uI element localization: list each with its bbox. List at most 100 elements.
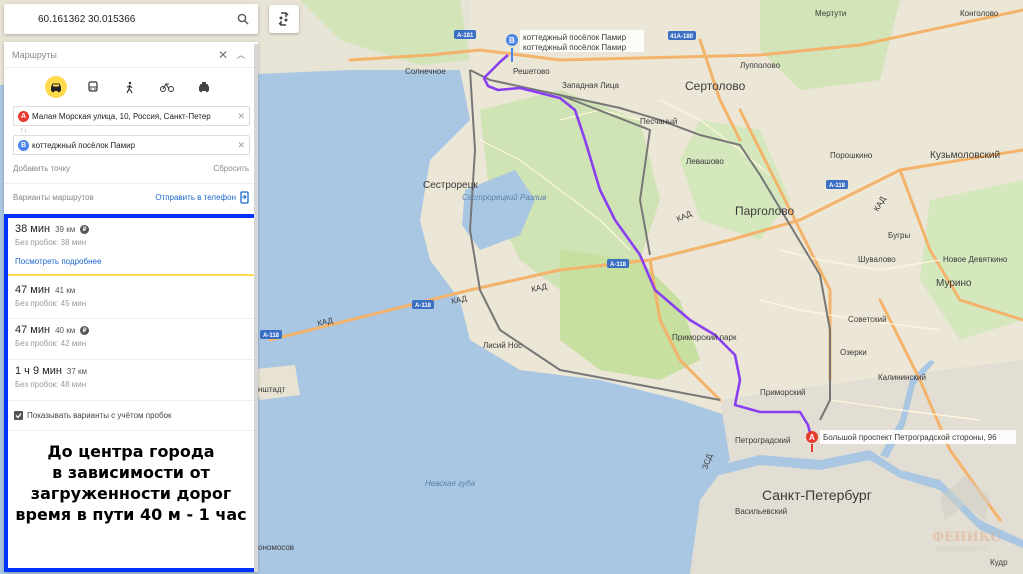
- label-western-lica: Западная Лица: [562, 81, 619, 90]
- route-distance: 41 км: [55, 285, 76, 295]
- panel-scrollbar[interactable]: [254, 44, 258, 572]
- waypoint-a-field[interactable]: A Малая Морская улица, 10, Россия, Санкт…: [13, 106, 250, 126]
- traffic-option[interactable]: Показывать варианты с учётом пробок: [8, 401, 254, 431]
- route-option-4[interactable]: 1 ч 9 мин 37 км Без пробок: 48 мин: [8, 360, 254, 401]
- svg-text:НЕДВИЖИМОСТЬ: НЕДВИЖИМОСТЬ: [936, 547, 988, 553]
- traffic-option-label: Показывать варианты с учётом пробок: [27, 411, 172, 420]
- walk-icon: [126, 81, 133, 93]
- routes-list-highlighted: 38 мин 39 км ₽ Без пробок: 38 мин Посмот…: [4, 214, 258, 572]
- route-option-1[interactable]: 38 мин 39 км ₽ Без пробок: 38 мин Посмот…: [8, 218, 254, 276]
- label-primorsky-park: Приморский парк: [672, 333, 737, 342]
- panel-title: Маршруты: [12, 49, 57, 60]
- checkbox-checked-icon[interactable]: [14, 411, 23, 420]
- route-time: 47 мин: [15, 284, 51, 296]
- svg-text:B: B: [509, 36, 515, 45]
- svg-text:ФЕНИКС: ФЕНИКС: [932, 530, 1001, 545]
- label-levashovo: Левашово: [686, 157, 724, 166]
- label-lisiy-nos: Лисий Нос: [483, 341, 522, 350]
- car-mode-button[interactable]: [45, 76, 68, 98]
- waypoint-b-badge: B: [18, 139, 29, 151]
- panel-header: Маршруты ✕ ︿: [4, 42, 258, 68]
- label-solnechnoe: Солнечное: [405, 67, 446, 76]
- transport-modes: [4, 68, 258, 106]
- phone-icon: [240, 191, 249, 204]
- label-sestroretsk: Сестрорецк: [423, 180, 478, 191]
- walk-mode-button[interactable]: [119, 76, 141, 98]
- label-lomonosov: ономосов: [258, 543, 294, 552]
- travel-time-note: До центра города в зависимости от загруж…: [8, 431, 254, 525]
- svg-text:41А-180: 41А-180: [670, 34, 694, 40]
- label-shuvalovo: Шувалово: [858, 255, 896, 264]
- route-mode-button[interactable]: [269, 5, 299, 33]
- waypoint-b-input[interactable]: коттеджный посёлок Памир: [32, 141, 233, 150]
- route-details-link[interactable]: Посмотреть подробнее: [15, 257, 247, 266]
- label-pargolovo: Парголово: [735, 204, 795, 218]
- label-razliv: Сестрорецкий Разлив: [462, 193, 546, 202]
- swap-icon[interactable]: ↑↓: [4, 126, 258, 135]
- label-sovetsky: Советский: [848, 315, 887, 324]
- label-kronstadt: нштадт: [258, 385, 286, 394]
- note-line-1: До центра города: [47, 442, 215, 461]
- clear-a-icon[interactable]: ✕: [237, 111, 245, 122]
- route-option-3[interactable]: 47 мин 40 км ₽ Без пробок: 42 мин: [8, 319, 254, 360]
- waypoint-b-field[interactable]: B коттеджный посёлок Памир ✕: [13, 135, 250, 155]
- search-input[interactable]: 60.161362 30.015366: [12, 14, 236, 25]
- note-line-3: загруженности дорог: [30, 484, 232, 503]
- route-no-traffic: Без пробок: 42 мин: [15, 339, 87, 348]
- label-kalininsky: Калининский: [878, 373, 926, 382]
- toll-icon: ₽: [80, 224, 90, 234]
- route-time: 1 ч 9 мин: [15, 365, 62, 377]
- note-line-4: время в пути 40 м - 1 час: [15, 505, 247, 524]
- marker-b-label-dup: коттеджный посёлок Памир: [523, 43, 627, 52]
- route-option-2[interactable]: 47 мин 41 км Без пробок: 45 мин: [8, 276, 254, 319]
- bus-icon: [88, 81, 98, 92]
- label-sertolovo: Сертолово: [685, 79, 746, 93]
- chevron-up-icon[interactable]: ︿: [232, 48, 250, 61]
- variants-row: Варианты маршрутов Отправить в телефон: [4, 183, 258, 211]
- close-icon[interactable]: ✕: [214, 48, 232, 62]
- car-icon: [51, 83, 62, 92]
- label-poroshkino: Порошкино: [830, 151, 873, 160]
- label-novoe-devyatkino: Новое Девяткино: [943, 255, 1008, 264]
- route-no-traffic: Без пробок: 48 мин: [15, 380, 87, 389]
- shield-a118-4: А-118: [260, 330, 282, 339]
- taxi-mode-button[interactable]: [193, 76, 215, 98]
- search-box[interactable]: 60.161362 30.015366: [4, 4, 258, 34]
- label-nevskaya-guba: Невская губа: [425, 479, 476, 488]
- label-kud: Кудр: [990, 558, 1008, 567]
- taxi-icon: [198, 81, 209, 92]
- route-distance: 39 км: [55, 224, 76, 234]
- route-time: 47 мин: [15, 324, 51, 336]
- routes-panel: Маршруты ✕ ︿ A Малая Морская улица, 10, …: [4, 42, 258, 572]
- svg-text:А-118: А-118: [263, 333, 280, 339]
- waypoint-a-input[interactable]: Малая Морская улица, 10, Россия, Санкт-П…: [32, 112, 233, 121]
- clear-b-icon[interactable]: ✕: [237, 140, 245, 151]
- label-kuzmolovsky: Кузьмоловский: [930, 150, 1000, 161]
- shield-a118-1: А-118: [412, 300, 434, 309]
- send-to-phone-button[interactable]: Отправить в телефон: [155, 191, 249, 204]
- svg-text:A: A: [809, 433, 815, 442]
- label-spb: Санкт-Петербург: [762, 487, 872, 503]
- bike-icon: [159, 83, 174, 92]
- route-time: 38 мин: [15, 223, 51, 235]
- shield-a181: А-181: [454, 30, 476, 39]
- label-kongolovo: Конголово: [960, 9, 999, 18]
- label-murino: Мурино: [936, 278, 972, 289]
- route-icon: [278, 12, 289, 26]
- shield-a120: 41А-180: [668, 31, 696, 40]
- bike-mode-button[interactable]: [156, 76, 178, 98]
- label-petrogradsky: Петроградский: [735, 436, 790, 445]
- svg-text:А-118: А-118: [415, 303, 432, 309]
- reset-button[interactable]: Сбросить: [213, 164, 249, 173]
- add-point-button[interactable]: Добавить точку: [13, 164, 70, 173]
- svg-text:А-118: А-118: [610, 262, 627, 268]
- transit-mode-button[interactable]: [82, 76, 104, 98]
- note-line-2: в зависимости от: [52, 463, 210, 482]
- search-icon[interactable]: [236, 12, 250, 26]
- label-lupolovo: Лупполово: [740, 61, 781, 70]
- svg-text:А-118: А-118: [829, 183, 846, 189]
- label-bugry: Бугры: [888, 231, 910, 240]
- label-ozerki: Озерки: [840, 348, 867, 357]
- svg-text:А-181: А-181: [457, 33, 474, 39]
- label-peschany: Песчаный: [640, 117, 677, 126]
